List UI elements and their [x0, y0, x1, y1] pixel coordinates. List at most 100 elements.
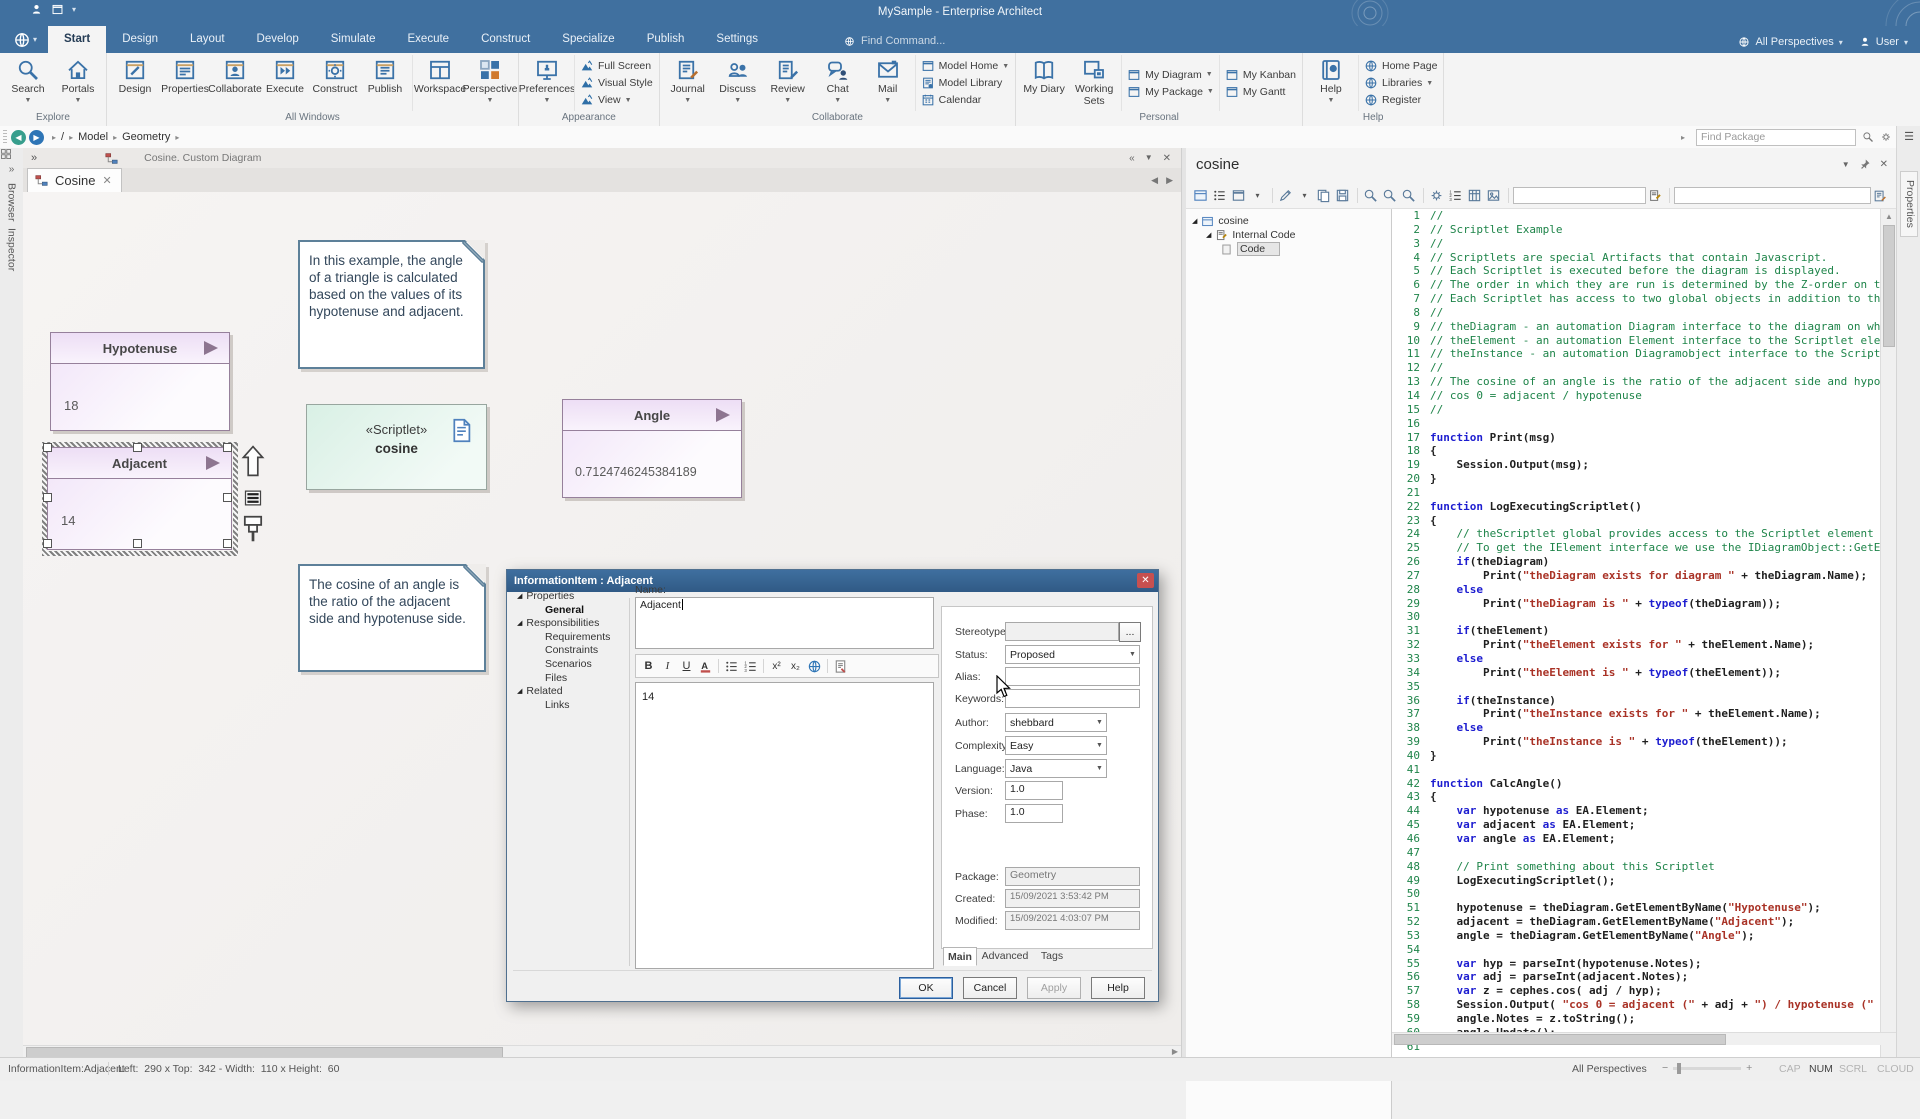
dialog-tree-item-files[interactable]: Files	[545, 672, 567, 684]
list-view-icon[interactable]	[1211, 187, 1228, 204]
stereotype-browse-button[interactable]: ...	[1119, 622, 1141, 642]
hamburger-icon[interactable]: ☰	[1903, 130, 1916, 143]
zoom-in-button[interactable]: +	[1746, 1062, 1752, 1074]
model-library-button[interactable]: Model Library	[921, 76, 1009, 90]
grid-icon[interactable]	[1466, 187, 1483, 204]
tab-properties[interactable]: Properties	[1900, 171, 1918, 237]
my-diary-button[interactable]: My Diary	[1019, 55, 1069, 111]
zoom-icon[interactable]	[1400, 187, 1417, 204]
run-triangle-icon[interactable]	[206, 456, 220, 470]
find-previous-icon[interactable]	[1362, 187, 1379, 204]
note-element[interactable]: In this example, the angle of a triangle…	[298, 240, 485, 369]
edit-icon[interactable]	[1277, 187, 1294, 204]
close-tab-icon[interactable]: ✕	[102, 174, 111, 187]
zoom-control[interactable]: − +	[1662, 1062, 1752, 1074]
close-icon[interactable]: ✕	[1163, 153, 1171, 164]
breadcrumb-item--[interactable]: /	[61, 131, 64, 143]
superscript-button[interactable]: x²	[768, 658, 785, 675]
breadcrumb-item-model[interactable]: Model	[78, 131, 108, 143]
notes-input[interactable]: 14	[635, 682, 934, 969]
scroll-up-icon[interactable]: ▲	[1885, 211, 1893, 223]
selection-handle[interactable]	[43, 443, 52, 452]
dialog-tree-item-scenarios[interactable]: Scenarios	[545, 658, 592, 670]
chevrons-icon[interactable]: »	[31, 152, 37, 164]
code-search-input[interactable]	[1513, 187, 1646, 204]
note-element[interactable]: The cosine of an angle is the ratio of t…	[298, 564, 486, 672]
alias-input[interactable]	[1005, 667, 1140, 686]
libraries-button[interactable]: Libraries▼	[1364, 76, 1437, 90]
italic-button[interactable]: I	[659, 658, 676, 675]
dropdown-caret-icon[interactable]: ▾	[1249, 187, 1266, 204]
model-home-button[interactable]: Model Home▼	[921, 59, 1009, 73]
element-hypotenuse[interactable]: Hypotenuse 18	[50, 332, 230, 431]
journal-button[interactable]: Journal▼	[663, 55, 713, 111]
ribbon-tab-specialize[interactable]: Specialize	[546, 26, 630, 53]
my-kanban-button[interactable]: My Kanban	[1225, 68, 1296, 82]
expand-icon[interactable]: ◢	[1206, 231, 1211, 239]
scroll-tabs-right-icon[interactable]: ▶	[1166, 175, 1173, 186]
insert-related-icon[interactable]	[242, 488, 264, 508]
navigate-forward-button[interactable]: ▶	[29, 130, 44, 145]
quicklink-arrow-icon[interactable]	[241, 444, 265, 478]
phase-input[interactable]: 1.0	[1005, 804, 1063, 823]
app-menu-button[interactable]: ▾	[8, 28, 42, 51]
help-button[interactable]: Help	[1091, 977, 1145, 999]
dialog-tree-item-requirements[interactable]: Requirements	[545, 631, 610, 643]
zoom-out-button[interactable]: −	[1662, 1062, 1668, 1074]
zoom-slider-thumb[interactable]	[1677, 1063, 1681, 1074]
ribbon-tab-develop[interactable]: Develop	[241, 26, 315, 53]
expand-icon[interactable]: ◢	[517, 687, 522, 695]
discuss-button[interactable]: Discuss▼	[713, 55, 763, 111]
mail-button[interactable]: Mail▼	[863, 55, 913, 111]
collaborate-button[interactable]: Collaborate	[210, 55, 260, 111]
selection-handle[interactable]	[223, 443, 232, 452]
author-combo[interactable]: shebbard▼	[1005, 713, 1107, 732]
new-document-button[interactable]	[832, 658, 849, 675]
selection-handle[interactable]	[223, 493, 232, 502]
expand-icon[interactable]: ◢	[517, 592, 522, 600]
status-perspectives[interactable]: All Perspectives	[1572, 1063, 1647, 1075]
properties-button[interactable]: Properties	[160, 55, 210, 111]
search-button[interactable]: Search▼	[3, 55, 53, 111]
panel-menu-icon[interactable]: ▼	[1842, 160, 1850, 169]
tab-inspector[interactable]: Inspector	[6, 228, 18, 271]
bullet-list-button[interactable]	[723, 658, 740, 675]
code-hscrollbar[interactable]: ▶	[1392, 1032, 1920, 1045]
tab-cosine[interactable]: Cosine ✕	[27, 168, 122, 192]
review-button[interactable]: Review▼	[763, 55, 813, 111]
scroll-tabs-left-icon[interactable]: ◀	[1151, 175, 1158, 186]
register-button[interactable]: Register	[1364, 93, 1437, 107]
publish-button[interactable]: Publish	[360, 55, 410, 111]
execute-button[interactable]: Execute	[260, 55, 310, 111]
dialog-tree-item-general[interactable]: General	[545, 604, 584, 616]
subscript-button[interactable]: x₂	[787, 658, 804, 675]
filter-icon[interactable]	[242, 514, 264, 544]
my-package-button[interactable]: My Package▼	[1127, 85, 1214, 99]
selection-handle[interactable]	[133, 539, 142, 548]
element-angle[interactable]: Angle 0.7124746245384189	[562, 399, 742, 498]
chat-button[interactable]: Chat▼	[813, 55, 863, 111]
pin-icon[interactable]	[1859, 158, 1871, 170]
numbered-list-button[interactable]: 123	[742, 658, 759, 675]
view-button[interactable]: View▼	[580, 93, 653, 107]
tab-browser[interactable]: Browser	[6, 183, 18, 222]
dropdown-caret2-icon[interactable]: ▾	[1296, 187, 1313, 204]
run-triangle-icon[interactable]	[716, 408, 730, 422]
keywords-input[interactable]	[1005, 689, 1140, 708]
working-sets-button[interactable]: Working Sets	[1069, 55, 1119, 111]
scrollbar-thumb[interactable]	[1883, 225, 1895, 347]
code-tree-item-cosine[interactable]: ◢cosine	[1192, 214, 1249, 228]
selection-handle[interactable]	[133, 443, 142, 452]
expand-icon[interactable]: ◢	[1192, 217, 1197, 225]
workspace-button[interactable]: Workspace	[415, 55, 465, 111]
name-input[interactable]: Adjacent	[635, 597, 934, 649]
perspective-button[interactable]: Perspective▼	[465, 55, 515, 111]
selection-handle[interactable]	[223, 539, 232, 548]
version-input[interactable]: 1.0	[1005, 781, 1063, 800]
dock-grid-icon[interactable]	[0, 148, 23, 160]
ribbon-tab-construct[interactable]: Construct	[465, 26, 546, 53]
perspectives-selector[interactable]: All Perspectives ▾	[1738, 36, 1842, 48]
breadcrumb-item-geometry[interactable]: Geometry	[122, 131, 170, 143]
status-combo[interactable]: Proposed▼	[1005, 645, 1140, 664]
element-browser-icon[interactable]	[1192, 187, 1209, 204]
